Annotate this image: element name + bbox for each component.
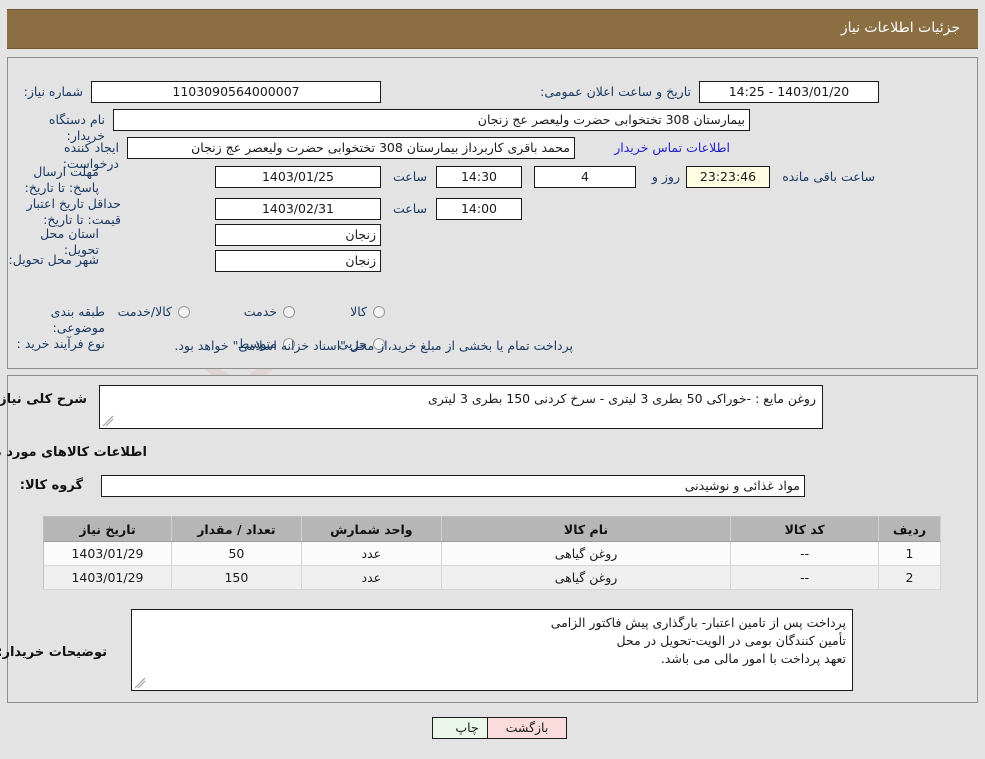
cell-goods-name: روغن گیاهی <box>441 565 732 590</box>
radio-label: کالا/خدمت <box>117 304 172 319</box>
cell-quantity: 150 <box>171 565 302 590</box>
cell-row-index: 2 <box>878 565 941 590</box>
col-quantity: تعداد / مقدار <box>171 516 302 542</box>
buyer-note-line: تأمین کنندگان بومی در الویت-تحویل در محل <box>616 633 846 648</box>
resize-handle-icon[interactable] <box>134 677 146 689</box>
field-remaining-time: 23:23:46 <box>686 166 770 188</box>
resize-handle-icon[interactable] <box>102 415 114 427</box>
label-announce-datetime: تاریخ و ساعت اعلان عمومی: <box>540 84 691 99</box>
field-announce-datetime[interactable]: 14:25 - 1403/01/20 <box>699 81 879 103</box>
label-price-validity: حداقل تاریخ اعتبار قیمت: تا تاریخ: <box>26 196 121 227</box>
cell-unit: عدد <box>301 565 442 590</box>
page-title: جزئیات اطلاعات نیاز <box>840 20 960 36</box>
radio-category-goods[interactable]: کالا <box>350 304 385 319</box>
field-goods-group[interactable]: مواد غذائی و نوشیدنی <box>101 475 805 497</box>
radio-category-service[interactable]: خدمت <box>244 304 295 319</box>
table-row: 2 -- روغن گیاهی عدد 150 1403/01/29 <box>43 565 941 590</box>
goods-section-title: اطلاعات کالاهای مورد نیاز <box>0 445 147 460</box>
label-response-deadline: مهلت ارسال پاسخ: تا تاریخ: <box>24 164 99 195</box>
label-buyer-notes: توضیحات خریدار: <box>0 645 107 660</box>
cell-need-date: 1403/01/29 <box>43 565 172 590</box>
cell-quantity: 50 <box>171 541 302 566</box>
cell-unit: عدد <box>301 541 442 566</box>
table-header-row: ردیف کد کالا نام کالا واحد شمارش تعداد /… <box>43 516 941 542</box>
col-row-index: ردیف <box>878 516 941 542</box>
label-remaining-time: ساعت باقی مانده <box>782 169 875 184</box>
cell-need-date: 1403/01/29 <box>43 541 172 566</box>
label-price-validity-hour: ساعت <box>392 201 427 216</box>
field-deadline-hour[interactable]: 14:30 <box>436 166 522 188</box>
field-price-validity-date[interactable]: 1403/02/31 <box>215 198 381 220</box>
label-need-number: شماره نیاز: <box>23 84 83 99</box>
purchase-process-note: پرداخت تمام یا بخشی از مبلغ خرید،از محل … <box>174 338 573 353</box>
col-goods-code: کد کالا <box>730 516 880 542</box>
label-delivery-city: شهر محل تحویل: <box>8 252 99 267</box>
radio-label: خدمت <box>243 304 277 319</box>
field-remaining-days[interactable]: 4 <box>534 166 636 188</box>
cell-goods-name: روغن گیاهی <box>441 541 732 566</box>
col-need-date: تاریخ نیاز <box>43 516 172 542</box>
table-row: 1 -- روغن گیاهی عدد 50 1403/01/29 <box>43 541 941 566</box>
page-root: AriaTender.net جزئیات اطلاعات نیاز شماره… <box>0 0 985 759</box>
field-buyer-org[interactable]: بیمارستان 308 تختخوابی حضرت ولیعصر عج زن… <box>113 109 750 131</box>
field-price-validity-hour[interactable]: 14:00 <box>436 198 522 220</box>
need-summary-textarea[interactable]: روغن مایع : -خوراکی 50 بطری 3 لیتری - سر… <box>99 385 823 429</box>
buyer-note-line: پرداخت پس از تامین اعتبار- بارگذاری پیش … <box>550 615 846 630</box>
buyer-notes-textarea[interactable]: پرداخت پس از تامین اعتبار- بارگذاری پیش … <box>131 609 853 691</box>
buyer-contact-link[interactable]: اطلاعات تماس خریدار <box>614 137 730 159</box>
field-request-creator[interactable]: محمد باقری کاربرداز بیمارستان 308 تختخوا… <box>127 137 575 159</box>
field-delivery-province[interactable]: زنجان <box>215 224 381 246</box>
radio-circle-icon <box>373 305 385 318</box>
label-need-summary: شرح کلی نیاز: <box>0 392 87 407</box>
field-deadline-date[interactable]: 1403/01/25 <box>215 166 381 188</box>
field-need-number[interactable]: 1103090564000007 <box>91 81 381 103</box>
need-summary-text: روغن مایع : -خوراکی 50 بطری 3 لیتری - سر… <box>427 391 816 406</box>
radio-circle-icon <box>283 305 295 318</box>
back-button[interactable]: بازگشت <box>487 717 567 739</box>
label-goods-group: گروه کالا: <box>19 478 83 493</box>
col-unit: واحد شمارش <box>301 516 442 542</box>
radio-label: کالا <box>350 304 367 319</box>
cell-row-index: 1 <box>878 541 941 566</box>
radio-category-goods-service[interactable]: کالا/خدمت <box>118 304 190 319</box>
label-remaining-days: روز و <box>651 169 680 184</box>
field-delivery-city[interactable]: زنجان <box>215 250 381 272</box>
cell-goods-code: -- <box>730 565 880 590</box>
page-header-bar: جزئیات اطلاعات نیاز <box>7 9 978 49</box>
col-goods-name: نام کالا <box>441 516 732 542</box>
goods-table: ردیف کد کالا نام کالا واحد شمارش تعداد /… <box>43 516 941 590</box>
cell-goods-code: -- <box>730 541 880 566</box>
buyer-note-line: تعهد پرداخت با امور مالی می باشد. <box>660 651 846 666</box>
label-deadline-hour: ساعت <box>392 169 427 184</box>
radio-circle-icon <box>178 305 190 318</box>
